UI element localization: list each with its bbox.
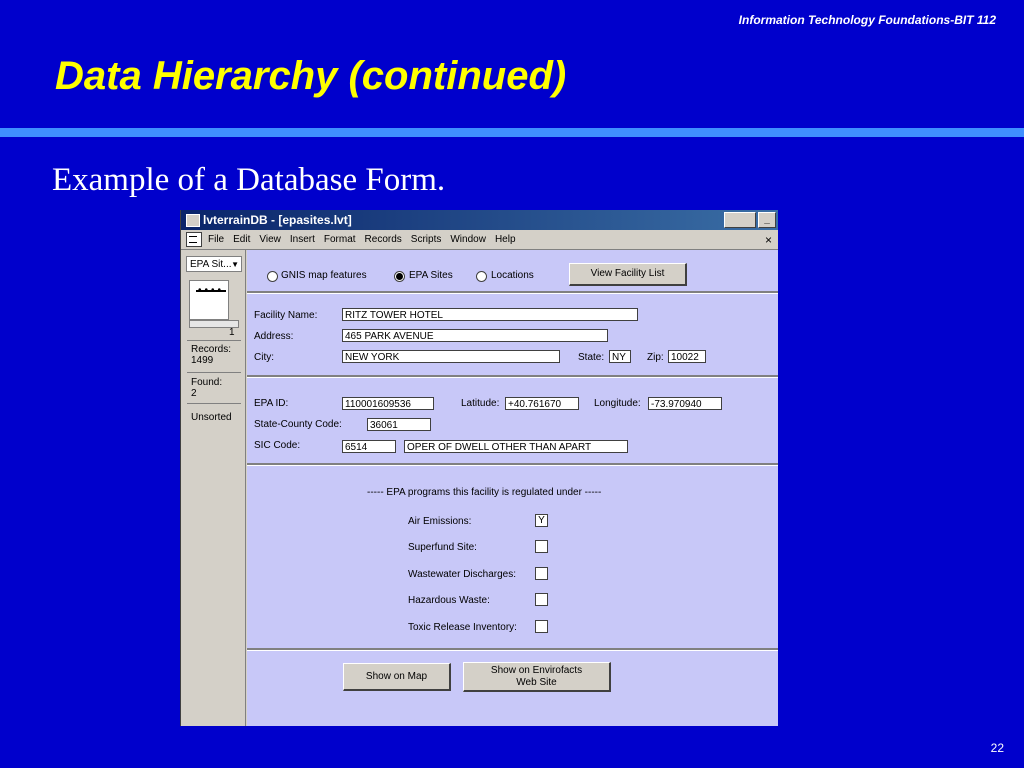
close-icon[interactable]: ×: [765, 233, 772, 247]
layout-select[interactable]: EPA Sit... ▼: [186, 256, 242, 272]
window-controls: _: [722, 212, 776, 228]
section-divider: [247, 463, 778, 466]
page-number: 22: [990, 741, 1004, 755]
section-divider: [247, 291, 778, 294]
address-field[interactable]: 465 PARK AVENUE: [342, 329, 608, 342]
menu-window[interactable]: Window: [450, 234, 486, 245]
air-emissions-checkbox[interactable]: Y: [535, 514, 548, 527]
sic-description-field[interactable]: OPER OF DWELL OTHER THAN APART: [404, 440, 628, 453]
county-code-field[interactable]: 36061: [367, 418, 431, 431]
title-rule: [0, 128, 1024, 137]
city-field[interactable]: NEW YORK: [342, 350, 560, 363]
state-label: State:: [578, 352, 605, 363]
sort-state: Unsorted: [191, 412, 232, 423]
app-window: lvterrainDB - [epasites.lvt] _ File Edit…: [180, 210, 778, 726]
radio-gnis[interactable]: [267, 271, 278, 282]
menu-insert[interactable]: Insert: [290, 234, 315, 245]
records-value: 1499: [191, 355, 214, 366]
chevron-down-icon: ▼: [231, 260, 239, 269]
state-field[interactable]: NY: [609, 350, 631, 363]
view-facility-list-button[interactable]: View Facility List: [569, 263, 687, 286]
facility-name-field[interactable]: RITZ TOWER HOTEL: [342, 308, 638, 321]
radio-epa-sites[interactable]: [394, 271, 405, 282]
status-pane: EPA Sit... ▼ •••• 1 Records: 1499 Found:…: [181, 250, 246, 726]
section-divider: [247, 648, 778, 651]
radio-gnis-label: GNIS map features: [281, 270, 367, 281]
toxic-release-inventory-checkbox[interactable]: [535, 620, 548, 633]
found-value: 2: [191, 388, 197, 399]
show-on-map-button[interactable]: Show on Map: [343, 663, 451, 691]
address-label: Address:: [254, 331, 294, 342]
county-code-label: State-County Code:: [254, 419, 342, 430]
document-icon: [186, 232, 202, 247]
hazardous-waste-checkbox[interactable]: [535, 593, 548, 606]
epa-id-label: EPA ID:: [254, 398, 289, 409]
section-divider: [247, 375, 778, 378]
menu-edit[interactable]: Edit: [233, 234, 250, 245]
menu-view[interactable]: View: [259, 234, 281, 245]
radio-epa-sites-label: EPA Sites: [409, 270, 453, 281]
database-form: GNIS map features EPA Sites Locations Vi…: [247, 250, 778, 726]
facility-name-label: Facility Name:: [254, 310, 318, 321]
book-page-icon: [196, 290, 226, 302]
radio-locations-label: Locations: [491, 270, 534, 281]
toxic-release-inventory-label: Toxic Release Inventory:: [408, 622, 517, 633]
zip-label: Zip:: [647, 352, 664, 363]
envirofacts-button-line1: Show on Envirofacts: [490, 664, 583, 676]
longitude-field[interactable]: -73.970940: [648, 397, 722, 410]
superfund-site-label: Superfund Site:: [408, 542, 477, 553]
wastewater-discharges-label: Wastewater Discharges:: [408, 569, 516, 580]
current-record-number: 1: [229, 327, 235, 338]
records-count: Records: 1499: [191, 344, 231, 366]
epa-id-field[interactable]: 110001609536: [342, 397, 434, 410]
programs-heading: ----- EPA programs this facility is regu…: [367, 487, 602, 498]
superfund-site-checkbox[interactable]: [535, 540, 548, 553]
layout-select-value: EPA Sit...: [190, 259, 232, 270]
menu-records[interactable]: Records: [365, 234, 402, 245]
slide-title: Data Hierarchy (continued): [55, 54, 567, 98]
slide-subtitle: Example of a Database Form.: [52, 162, 446, 198]
window-title: lvterrainDB - [epasites.lvt]: [203, 213, 352, 227]
city-label: City:: [254, 352, 274, 363]
app-icon: [186, 214, 200, 227]
records-label: Records:: [191, 344, 232, 355]
show-on-envirofacts-button[interactable]: Show on Envirofacts Web Site: [463, 662, 611, 692]
air-emissions-label: Air Emissions:: [408, 516, 472, 527]
course-label: Information Technology Foundations-BIT 1…: [738, 13, 996, 27]
latitude-label: Latitude:: [461, 398, 500, 409]
book-icon[interactable]: ••••: [189, 280, 229, 320]
status-divider: [187, 372, 241, 373]
found-label: Found:: [191, 377, 223, 388]
hazardous-waste-label: Hazardous Waste:: [408, 595, 490, 606]
window-tab-button[interactable]: [724, 212, 756, 228]
sic-code-field[interactable]: 6514: [342, 440, 396, 453]
status-divider: [187, 403, 241, 404]
menu-file[interactable]: File: [208, 234, 224, 245]
menu-format[interactable]: Format: [324, 234, 356, 245]
wastewater-discharges-checkbox[interactable]: [535, 567, 548, 580]
sic-code-label: SIC Code:: [254, 440, 301, 451]
longitude-label: Longitude:: [594, 398, 641, 409]
latitude-field[interactable]: +40.761670: [505, 397, 579, 410]
menu-scripts[interactable]: Scripts: [411, 234, 442, 245]
found-count: Found: 2: [191, 377, 222, 399]
minimize-icon[interactable]: _: [758, 212, 776, 228]
zip-field[interactable]: 10022: [668, 350, 706, 363]
status-divider: [187, 340, 241, 341]
menu-bar: File Edit View Insert Format Records Scr…: [181, 230, 778, 250]
window-titlebar[interactable]: lvterrainDB - [epasites.lvt] _: [181, 210, 778, 230]
menu-help[interactable]: Help: [495, 234, 516, 245]
radio-locations[interactable]: [476, 271, 487, 282]
envirofacts-button-line2: Web Site: [516, 676, 557, 688]
